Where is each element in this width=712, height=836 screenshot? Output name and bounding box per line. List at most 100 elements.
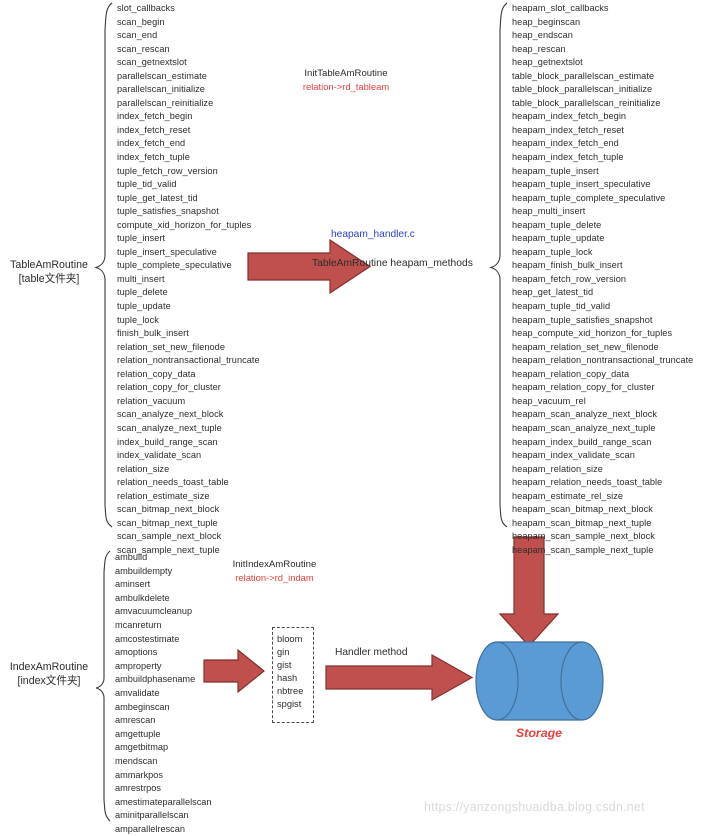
tableam-method-item: relation_set_new_filenode [117,341,226,352]
heapam-method-item: heapam_relation_copy_data [512,368,630,379]
tableam-method-item: parallelscan_estimate [117,70,207,81]
index-type-item: bloom [277,634,303,644]
indexam-method-item: amvalidate [115,687,160,698]
heapam-method-item: heapam_tuple_tid_valid [512,301,611,312]
heapam-method-item: heap_compute_xid_horizon_for_tuples [512,328,673,339]
heapam-method-item: heapam_index_build_range_scan [512,436,652,447]
init-indexam-sub: relation->rd_indam [235,572,314,583]
indexam-method-item: ambeginscan [115,701,170,712]
heapam-method-item: heapam_scan_sample_next_tuple [512,544,654,555]
tableam-method-item: relation_nontransactional_truncate [117,355,260,366]
heapam-method-item: heapam_estimate_rel_size [512,490,624,501]
heapam-method-item: heapam_index_fetch_reset [512,124,625,135]
heapam-method-item: heapam_relation_nontransactional_truncat… [512,355,694,366]
heapam-method-item: heapam_tuple_insert [512,165,599,176]
storage-label: Storage [515,726,563,740]
indexam-method-item: amrescan [115,715,156,726]
tableam-method-item: index_fetch_end [117,138,186,149]
init-tableam-sub: relation->rd_tableam [302,81,390,92]
heapam-method-item: heap_rescan [512,43,566,54]
indexam-method-item: ammarkpos [115,769,163,780]
tableam-method-item: scan_analyze_next_tuple [117,422,222,433]
index-type-item: nbtree [277,686,304,697]
heapam-methods-struct-label: TableAmRoutine heapam_methods [312,258,473,269]
indexam-method-item: amoptions [115,647,158,658]
heapam-method-item: heapam_slot_callbacks [512,3,609,13]
indexam-method-item: mcanreturn [115,619,162,630]
indexam-method-item: amparallelrescan [115,823,185,834]
heapam-method-item: heapam_tuple_complete_speculative [512,192,666,203]
heapam-method-list: heapam_slot_callbacks heap_beginscan heap_… [512,2,693,557]
tableam-method-item: scan_bitmap_next_block [117,504,220,515]
tableam-method-item: tuple_complete_speculative [117,260,232,271]
tableam-method-item: relation_size [117,463,170,474]
index-type-item: hash [277,673,298,684]
heapam-method-item: heapam_scan_bitmap_next_tuple [512,517,652,528]
indexam-method-item: ambuild [115,552,148,562]
heapam-method-item: heapam_index_validate_scan [512,450,635,461]
tableam-method-item: slot_callbacks [117,3,175,13]
indexam-method-item: ambulkdelete [115,592,170,603]
indexam-method-item: amgetbitmap [115,742,169,753]
heapam-method-item: heapam_tuple_update [512,233,605,244]
heapam-method-item: heapam_relation_needs_toast_table [512,477,663,488]
indexam-method-list: ambuild ambuildempty aminsert ambulkdelete a… [115,551,212,836]
indexam-group-label-line1: IndexAmRoutine [9,661,89,673]
brace-tableam [94,2,113,528]
indexam-group-label: IndexAmRoutine [index文件夹] [0,660,98,688]
heapam-method-item: heapam_index_fetch_tuple [512,152,624,163]
tableam-method-item: index_fetch_reset [117,124,191,135]
heapam-method-item: heapam_index_fetch_begin [512,111,627,122]
init-indexam-block: InitIndexAmRoutine relation->rd_indam [212,558,337,584]
arrow-handler-to-storage [325,653,474,702]
tableam-group-label-line1: TableAmRoutine [10,259,88,271]
tableam-method-item: parallelscan_initialize [117,84,205,95]
indexam-method-item: aminitparallelscan [115,810,189,821]
tableam-group-label-line2: [table文件夹] [18,273,80,285]
heapam-method-item: heap_beginscan [512,16,581,27]
heapam-method-item: heapam_index_fetch_end [512,138,619,149]
heapam-method-item: table_block_parallelscan_initialize [512,84,653,95]
heapam-method-item: heapam_relation_copy_for_cluster [512,382,655,393]
heapam-method-item: heap_endscan [512,30,573,41]
indexam-method-item: amrestrpos [115,783,161,794]
indexam-method-item: amvacuumcleanup [115,606,193,617]
heapam-method-item: heapam_scan_bitmap_next_block [512,504,653,515]
tableam-method-item: tuple_insert_speculative [117,246,217,257]
heapam-method-item: heapam_fetch_row_version [512,273,627,284]
heapam-handler-file-label: heapam_handler.c [331,229,415,240]
tableam-method-item: index_fetch_tuple [117,152,190,163]
init-indexam-title: InitIndexAmRoutine [232,559,317,570]
heapam-method-item: heapam_tuple_insert_speculative [512,179,651,190]
tableam-method-item: relation_copy_for_cluster [117,382,221,393]
tableam-method-item: tuple_fetch_row_version [117,165,218,176]
brace-indexam [95,550,111,822]
indexam-method-item: amestimateparallelscan [115,796,212,807]
index-type-item: gin [277,647,290,658]
tableam-method-item: tuple_update [117,301,171,312]
heapam-method-item: heap_vacuum_rel [512,395,586,406]
heapam-method-item: heapam_tuple_satisfies_snapshot [512,314,653,325]
indexam-method-item: mendscan [115,755,158,766]
indexam-method-item: ambuildempty [115,565,173,576]
tableam-method-item: scan_bitmap_next_tuple [117,517,218,528]
indexam-method-item: amgettuple [115,728,161,739]
tableam-method-item: multi_insert [117,273,165,284]
tableam-method-item: tuple_tid_valid [117,179,177,190]
heapam-method-item: table_block_parallelscan_estimate [512,70,655,81]
init-tableam-title: InitTableAmRoutine [304,68,388,79]
index-types-box: bloom gin gist hash nbtree spgist [272,627,314,723]
tableam-method-item: compute_xid_horizon_for_tuples [117,219,252,230]
tableam-method-item: scan_sample_next_block [117,531,222,542]
tableam-method-item: scan_end [117,30,158,41]
tableam-method-item: scan_rescan [117,43,170,54]
tableam-method-item: finish_bulk_insert [117,328,189,339]
indexam-method-item: amproperty [115,660,162,671]
heapam-method-item: heapam_relation_set_new_filenode [512,341,659,352]
tableam-method-item: tuple_insert [117,233,166,244]
tableam-method-item: relation_copy_data [117,368,196,379]
diagram-canvas: slot_callbacks scan_begin scan_end scan_res… [0,0,712,834]
tableam-method-item: relation_estimate_size [117,490,210,501]
tableam-method-list: slot_callbacks scan_begin scan_end scan_res… [117,2,260,557]
tableam-method-item: scan_getnextslot [117,57,187,68]
